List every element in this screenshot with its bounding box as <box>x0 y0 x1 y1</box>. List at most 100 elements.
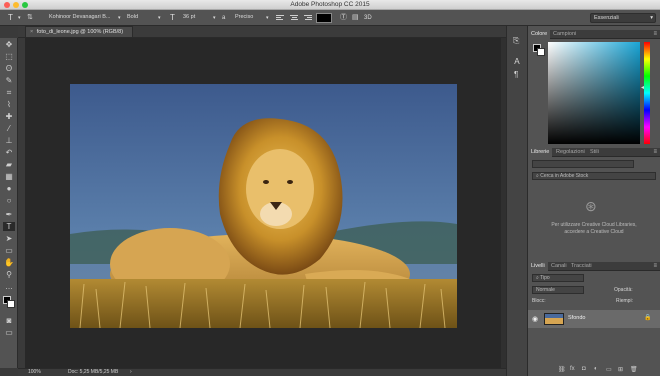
lock-label: Blocc: <box>532 298 546 304</box>
character-panel-icon[interactable]: ▤ <box>352 13 359 23</box>
fill-label: Riempi: <box>616 298 633 304</box>
hue-slider[interactable] <box>644 42 650 144</box>
crop-icon[interactable]: ⌗ <box>3 88 15 97</box>
3d-icon[interactable]: 3D <box>364 13 372 23</box>
quick-mask-icon[interactable]: ◙ <box>3 316 15 325</box>
blend-mode-select[interactable]: Normale <box>532 286 584 294</box>
type-tool-preset-button[interactable]: T <box>8 13 13 23</box>
tab-colore[interactable]: Colore <box>528 30 551 39</box>
font-style-chevron-icon[interactable]: ▾ <box>158 13 161 23</box>
antialias-select[interactable]: Preciso <box>232 13 266 23</box>
orientation-toggle-icon[interactable]: ⇅ <box>27 13 33 23</box>
new-group-icon[interactable]: ▭ <box>606 366 612 373</box>
layer-name[interactable]: Sfondo <box>568 315 585 321</box>
font-family-select[interactable]: Kohinoor Devanagari B... <box>46 13 118 23</box>
add-mask-icon[interactable]: ◘ <box>582 366 586 372</box>
color-panel-tabs: Colore Campioni ≡ <box>528 30 660 39</box>
properties-panel-icon[interactable]: Ａ <box>513 56 521 67</box>
text-color-swatch[interactable] <box>316 13 332 23</box>
path-select-icon[interactable]: ➤ <box>3 234 15 243</box>
chevron-down-icon[interactable]: ▾ <box>18 13 21 23</box>
link-layers-icon[interactable]: ⛓ <box>558 366 566 373</box>
hand-icon[interactable]: ✋ <box>3 258 15 267</box>
creative-cloud-icon: ⊛ <box>585 198 597 214</box>
new-layer-icon[interactable]: ⊞ <box>618 366 623 373</box>
document-info[interactable]: Doc: 5,25 MB/5,25 MB <box>68 369 118 376</box>
eye-icon[interactable]: ◉ <box>532 315 538 323</box>
eyedropper-icon[interactable]: ⌇ <box>3 100 15 109</box>
color-field[interactable] <box>548 42 640 144</box>
hue-slider-handle-icon[interactable]: ◂ <box>641 84 644 91</box>
screen-mode-icon[interactable]: ▭ <box>3 328 15 337</box>
history-brush-icon[interactable]: ↶ <box>3 148 15 157</box>
panel-menu-icon[interactable]: ≡ <box>653 148 657 156</box>
chevron-down-icon: ▾ <box>650 15 653 21</box>
dodge-icon[interactable]: ○ <box>3 196 15 205</box>
fx-icon[interactable]: fx <box>570 366 575 372</box>
workspace-select[interactable]: Essenziali ▾ <box>590 13 656 23</box>
delete-layer-icon[interactable]: 🗑 <box>630 366 638 373</box>
panel-menu-icon[interactable]: ≡ <box>653 30 657 38</box>
close-tab-icon[interactable]: × <box>30 29 33 35</box>
shape-icon[interactable]: ▭ <box>3 246 15 255</box>
tab-stili[interactable]: Stili <box>587 148 602 157</box>
lock-icon: 🔒 <box>644 315 652 321</box>
eraser-icon[interactable]: ▰ <box>3 160 15 169</box>
right-panels: Colore Campioni ≡ ◂ Librerie Regolazioni… <box>528 26 660 376</box>
healing-icon[interactable]: ✚ <box>3 112 15 121</box>
clone-stamp-icon[interactable]: ⊥ <box>3 136 15 145</box>
paragraph-panel-icon[interactable]: ¶ <box>514 70 518 79</box>
pen-icon[interactable]: ✒ <box>3 210 15 219</box>
quick-select-icon[interactable]: ✎ <box>3 76 15 85</box>
lasso-icon[interactable]: ʘ <box>3 64 15 73</box>
adjustment-layer-icon[interactable]: ◐ <box>594 366 598 372</box>
layers-panel-tabs: Livelli Canali Tracciati ≡ <box>528 262 660 271</box>
minimize-window-button[interactable] <box>13 2 19 8</box>
align-center-icon[interactable] <box>290 14 298 22</box>
tab-tracciati[interactable]: Tracciati <box>568 262 595 271</box>
layer-row-sfondo[interactable]: ◉ Sfondo 🔒 <box>528 310 660 328</box>
status-arrow-icon[interactable]: › <box>130 369 132 376</box>
panel-menu-icon[interactable]: ≡ <box>653 262 657 270</box>
align-right-icon[interactable] <box>304 14 312 22</box>
lion-photo <box>70 84 457 328</box>
app-title: Adobe Photoshop CC 2015 <box>290 1 370 8</box>
type-icon[interactable]: T <box>3 222 15 231</box>
tab-livelli[interactable]: Livelli <box>528 262 548 271</box>
tab-regolazioni[interactable]: Regolazioni <box>553 148 588 157</box>
library-select[interactable] <box>532 160 634 168</box>
align-left-icon[interactable] <box>276 14 284 22</box>
brush-icon[interactable]: ⁄ <box>3 124 15 133</box>
font-style-select[interactable]: Bold <box>124 13 160 23</box>
blur-icon[interactable]: ● <box>3 184 15 193</box>
font-size-chevron-icon[interactable]: ▾ <box>213 13 216 23</box>
font-size-select[interactable]: 36 pt <box>180 13 212 23</box>
zoom-icon[interactable]: ⚲ <box>3 270 15 279</box>
warp-text-icon[interactable]: Ⓣ <box>340 13 347 23</box>
tools-panel: ✥ ⬚ ʘ ✎ ⌗ ⌇ ✚ ⁄ ⊥ ↶ ▰ ▦ ● ○ ✒ T ➤ ▭ ✋ ⚲ … <box>0 38 18 368</box>
layer-kind-filter[interactable]: ⌕ Tipo <box>532 274 584 282</box>
document-tab[interactable]: × foto_di_leone.jpg @ 100% (RGB/8) <box>25 26 133 37</box>
close-window-button[interactable] <box>4 2 10 8</box>
status-bar: 100% Doc: 5,25 MB/5,25 MB › <box>18 368 506 376</box>
layer-thumbnail <box>544 313 564 325</box>
antialias-chevron-icon[interactable]: ▾ <box>266 13 269 23</box>
opacity-label: Opacità: <box>614 287 633 293</box>
marquee-icon[interactable]: ⬚ <box>3 52 15 61</box>
move-icon[interactable]: ✥ <box>3 40 15 49</box>
history-panel-icon[interactable]: ⎘ <box>513 36 519 46</box>
adobe-stock-search[interactable]: ⌕ Cerca in Adobe Stock <box>532 172 656 180</box>
maximize-window-button[interactable] <box>22 2 28 8</box>
gradient-icon[interactable]: ▦ <box>3 172 15 181</box>
tab-librerie[interactable]: Librerie <box>528 148 553 157</box>
libraries-message: Per utilizzare Creative Cloud Libraries,… <box>551 222 637 235</box>
tab-canali[interactable]: Canali <box>548 262 570 271</box>
background-color-swatch[interactable] <box>7 300 15 308</box>
font-size-icon: T <box>170 13 175 22</box>
color-bg-swatch[interactable] <box>537 48 545 56</box>
title-bar: Adobe Photoshop CC 2015 <box>0 0 660 10</box>
more-tools-icon[interactable]: … <box>3 282 15 291</box>
tab-campioni[interactable]: Campioni <box>550 30 579 39</box>
font-family-chevron-icon[interactable]: ▾ <box>118 13 121 23</box>
zoom-level[interactable]: 100% <box>28 369 41 376</box>
